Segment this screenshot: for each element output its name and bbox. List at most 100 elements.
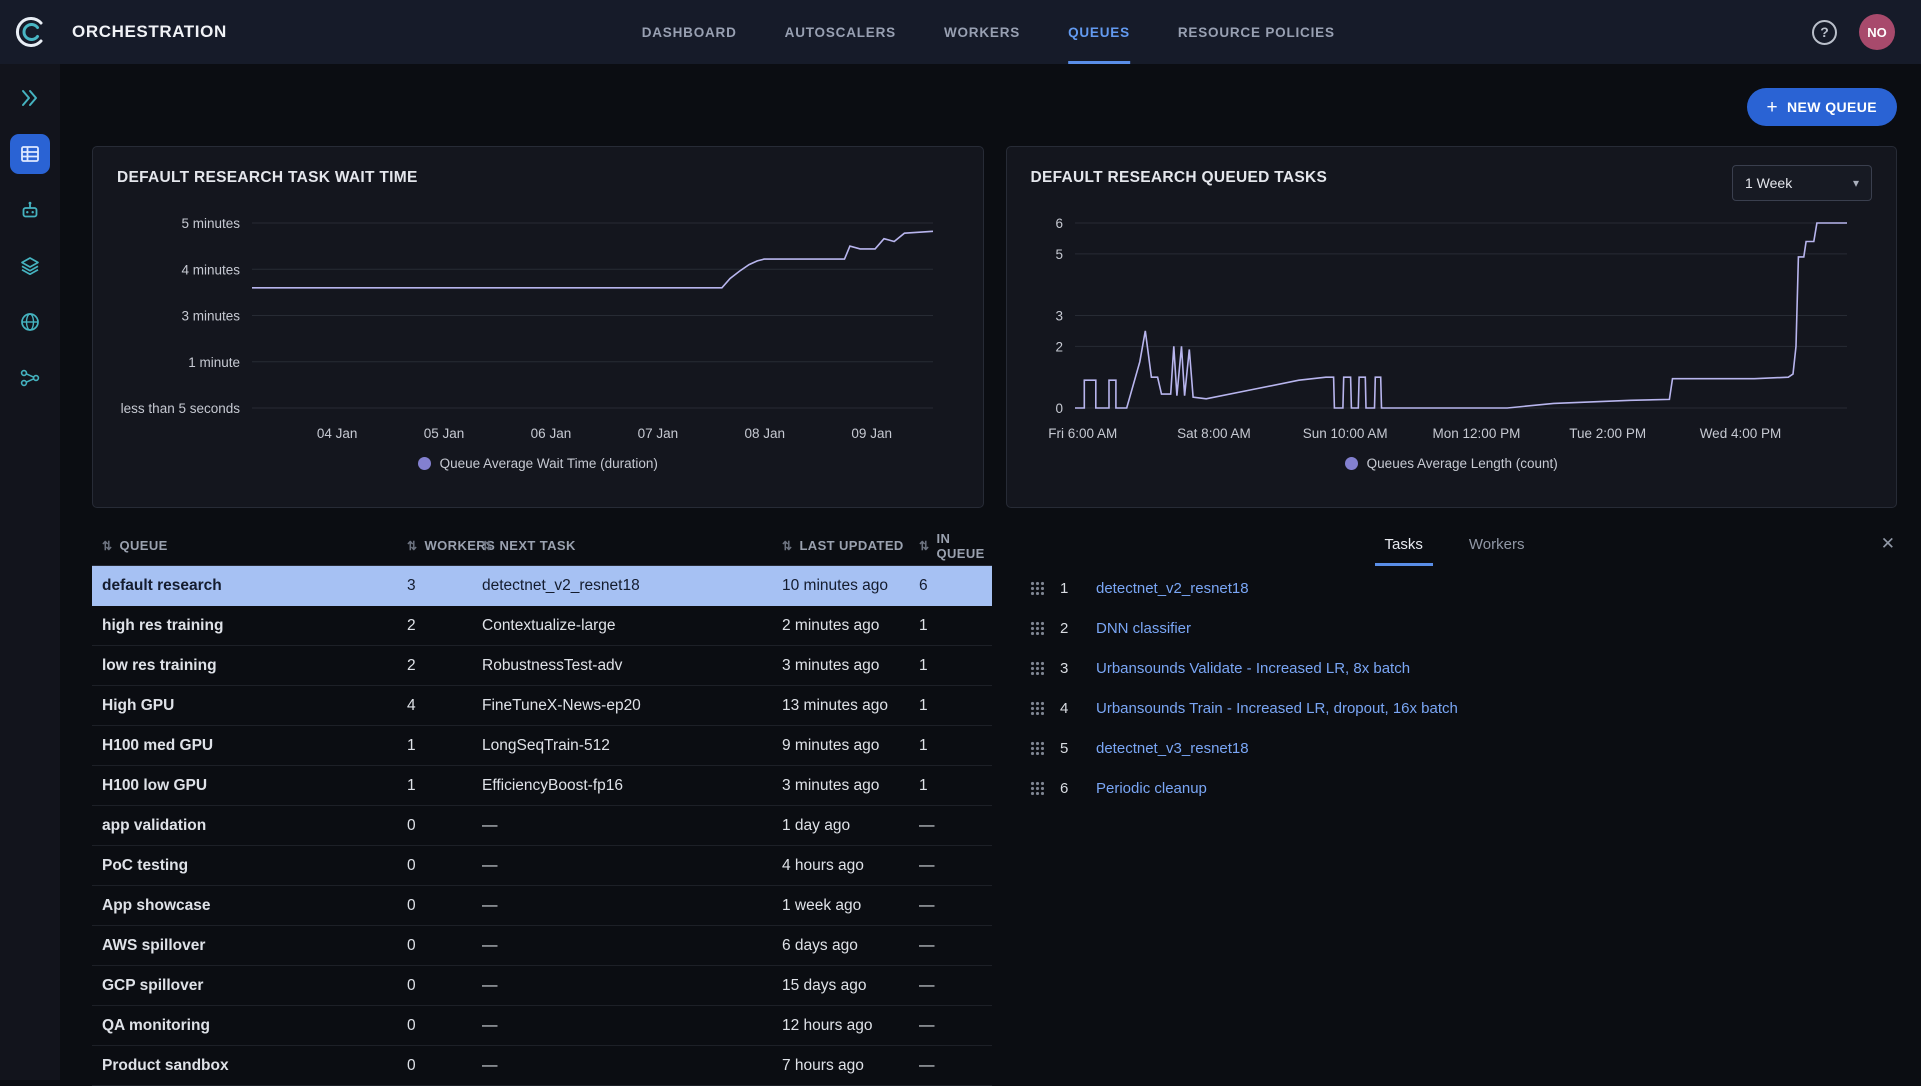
task-link[interactable]: detectnet_v2_resnet18: [1096, 580, 1249, 597]
task-link[interactable]: detectnet_v3_resnet18: [1096, 740, 1249, 757]
table-row[interactable]: App showcase 0 — 1 week ago —: [92, 886, 992, 926]
svg-text:Wed 4:00 PM: Wed 4:00 PM: [1699, 426, 1781, 441]
clearml-logo[interactable]: [0, 0, 60, 64]
queue-name: High GPU: [92, 697, 397, 715]
drag-handle-icon[interactable]: [1030, 581, 1044, 595]
column-header[interactable]: ⇅ WORKERS: [397, 538, 472, 553]
new-queue-button[interactable]: + NEW QUEUE: [1747, 88, 1897, 126]
task-link[interactable]: DNN classifier: [1096, 620, 1191, 637]
svg-text:less than 5 seconds: less than 5 seconds: [121, 401, 241, 416]
sort-icon[interactable]: ⇅: [919, 539, 929, 553]
table-row[interactable]: QA monitoring 0 — 12 hours ago —: [92, 1006, 992, 1046]
queue-in-queue: —: [909, 897, 992, 915]
column-header[interactable]: ⇅ QUEUE: [92, 538, 397, 553]
top-nav-item[interactable]: RESOURCE POLICIES: [1178, 0, 1335, 64]
drag-handle-icon[interactable]: [1030, 781, 1044, 795]
layers-icon: [19, 255, 41, 277]
sidebar-item-pipelines[interactable]: [10, 358, 50, 398]
queue-workers: 0: [397, 897, 472, 915]
app-title: ORCHESTRATION: [72, 22, 227, 42]
table-row[interactable]: app validation 0 — 1 day ago —: [92, 806, 992, 846]
main-content: + NEW QUEUE DEFAULT RESEARCH TASK WAIT T…: [60, 64, 1921, 1080]
time-range-select[interactable]: 1 Week ▾: [1732, 165, 1872, 201]
sidebar-item-hyper-datasets[interactable]: [10, 302, 50, 342]
table-row[interactable]: High GPU 4 FineTuneX-News-ep20 13 minute…: [92, 686, 992, 726]
sort-icon[interactable]: ⇅: [102, 539, 112, 553]
task-link[interactable]: Urbansounds Validate - Increased LR, 8x …: [1096, 660, 1410, 677]
top-bar-right: ? NO: [1812, 14, 1921, 50]
queued-tasks-legend: Queues Average Length (count): [1031, 456, 1873, 471]
queued-tasks-chart: 65320Fri 6:00 AMSat 8:00 AMSun 10:00 AMM…: [1031, 209, 1873, 454]
queue-name: H100 med GPU: [92, 737, 397, 755]
sort-icon[interactable]: ⇅: [782, 539, 792, 553]
drag-handle-icon[interactable]: [1030, 621, 1044, 635]
top-nav-item[interactable]: AUTOSCALERS: [785, 0, 896, 64]
sidebar-item-workers[interactable]: [10, 190, 50, 230]
column-header[interactable]: ⇅ NEXT TASK: [472, 538, 772, 553]
table-row[interactable]: low res training 2 RobustnessTest-adv 3 …: [92, 646, 992, 686]
queue-in-queue: —: [909, 977, 992, 995]
sidebar-item-queues[interactable]: [10, 134, 50, 174]
queue-name: AWS spillover: [92, 937, 397, 955]
task-index: 1: [1060, 580, 1096, 597]
table-body: default research 3 detectnet_v2_resnet18…: [92, 566, 992, 1086]
table-row[interactable]: high res training 2 Contextualize-large …: [92, 606, 992, 646]
drag-handle-icon[interactable]: [1030, 741, 1044, 755]
table-row[interactable]: GCP spillover 0 — 15 days ago —: [92, 966, 992, 1006]
queue-in-queue: 6: [909, 577, 992, 595]
queue-last-updated: 6 days ago: [772, 937, 909, 955]
table-row[interactable]: PoC testing 0 — 4 hours ago —: [92, 846, 992, 886]
drag-handle-icon[interactable]: [1030, 661, 1044, 675]
table-row[interactable]: H100 low GPU 1 EfficiencyBoost-fp16 3 mi…: [92, 766, 992, 806]
legend-dot-icon: [1345, 457, 1358, 470]
queue-name: GCP spillover: [92, 977, 397, 995]
task-index: 6: [1060, 780, 1096, 797]
sort-icon[interactable]: ⇅: [482, 539, 492, 553]
panel-tab[interactable]: Workers: [1459, 526, 1535, 566]
task-link[interactable]: Periodic cleanup: [1096, 780, 1207, 797]
column-header[interactable]: ⇅ LAST UPDATED: [772, 538, 909, 553]
queue-in-queue: —: [909, 857, 992, 875]
sort-icon[interactable]: ⇅: [407, 539, 417, 553]
table-row[interactable]: Product sandbox 0 — 7 hours ago —: [92, 1046, 992, 1086]
table-row[interactable]: AWS spillover 0 — 6 days ago —: [92, 926, 992, 966]
svg-text:4 minutes: 4 minutes: [181, 262, 240, 277]
queue-next-task: FineTuneX-News-ep20: [472, 697, 772, 715]
column-label: NEXT TASK: [499, 538, 575, 553]
queue-workers: 3: [397, 577, 472, 595]
top-nav-item[interactable]: QUEUES: [1068, 0, 1130, 64]
sidebar-item-getting-started[interactable]: [10, 78, 50, 118]
queue-last-updated: 13 minutes ago: [772, 697, 909, 715]
queue-last-updated: 1 day ago: [772, 817, 909, 835]
queue-in-queue: —: [909, 1017, 992, 1035]
table-row[interactable]: default research 3 detectnet_v2_resnet18…: [92, 566, 992, 606]
queue-last-updated: 10 minutes ago: [772, 577, 909, 595]
queue-in-queue: 1: [909, 737, 992, 755]
plus-icon: +: [1767, 98, 1779, 117]
charts-row: DEFAULT RESEARCH TASK WAIT TIME 5 minute…: [92, 146, 1897, 508]
panel-tabs: Tasks Workers: [1012, 526, 1897, 566]
queue-name: QA monitoring: [92, 1017, 397, 1035]
table-row[interactable]: H100 med GPU 1 LongSeqTrain-512 9 minute…: [92, 726, 992, 766]
column-label: IN QUEUE: [936, 531, 992, 561]
task-link[interactable]: Urbansounds Train - Increased LR, dropou…: [1096, 700, 1458, 717]
queue-next-task: —: [472, 857, 772, 875]
avatar[interactable]: NO: [1859, 14, 1895, 50]
table-header: ⇅ QUEUE ⇅ WORKERS ⇅ NEXT TASK ⇅ LAST UPD…: [92, 526, 992, 566]
drag-handle-icon[interactable]: [1030, 701, 1044, 715]
top-nav-item[interactable]: DASHBOARD: [642, 0, 737, 64]
queue-in-queue: —: [909, 937, 992, 955]
legend-label: Queues Average Length (count): [1367, 456, 1558, 471]
top-nav-item[interactable]: WORKERS: [944, 0, 1020, 64]
sidebar-item-applications[interactable]: [10, 246, 50, 286]
close-icon[interactable]: ✕: [1881, 534, 1895, 554]
queue-in-queue: 1: [909, 697, 992, 715]
queue-detail-panel: Tasks Workers ✕ 1 detectnet_v2_resnet18 2…: [1012, 526, 1897, 1086]
task-index: 2: [1060, 620, 1096, 637]
help-icon[interactable]: ?: [1812, 20, 1837, 45]
column-header[interactable]: ⇅ IN QUEUE: [909, 531, 992, 561]
panel-tab[interactable]: Tasks: [1375, 526, 1433, 566]
queue-name: high res training: [92, 617, 397, 635]
queue-next-task: detectnet_v2_resnet18: [472, 577, 772, 595]
queue-name: H100 low GPU: [92, 777, 397, 795]
